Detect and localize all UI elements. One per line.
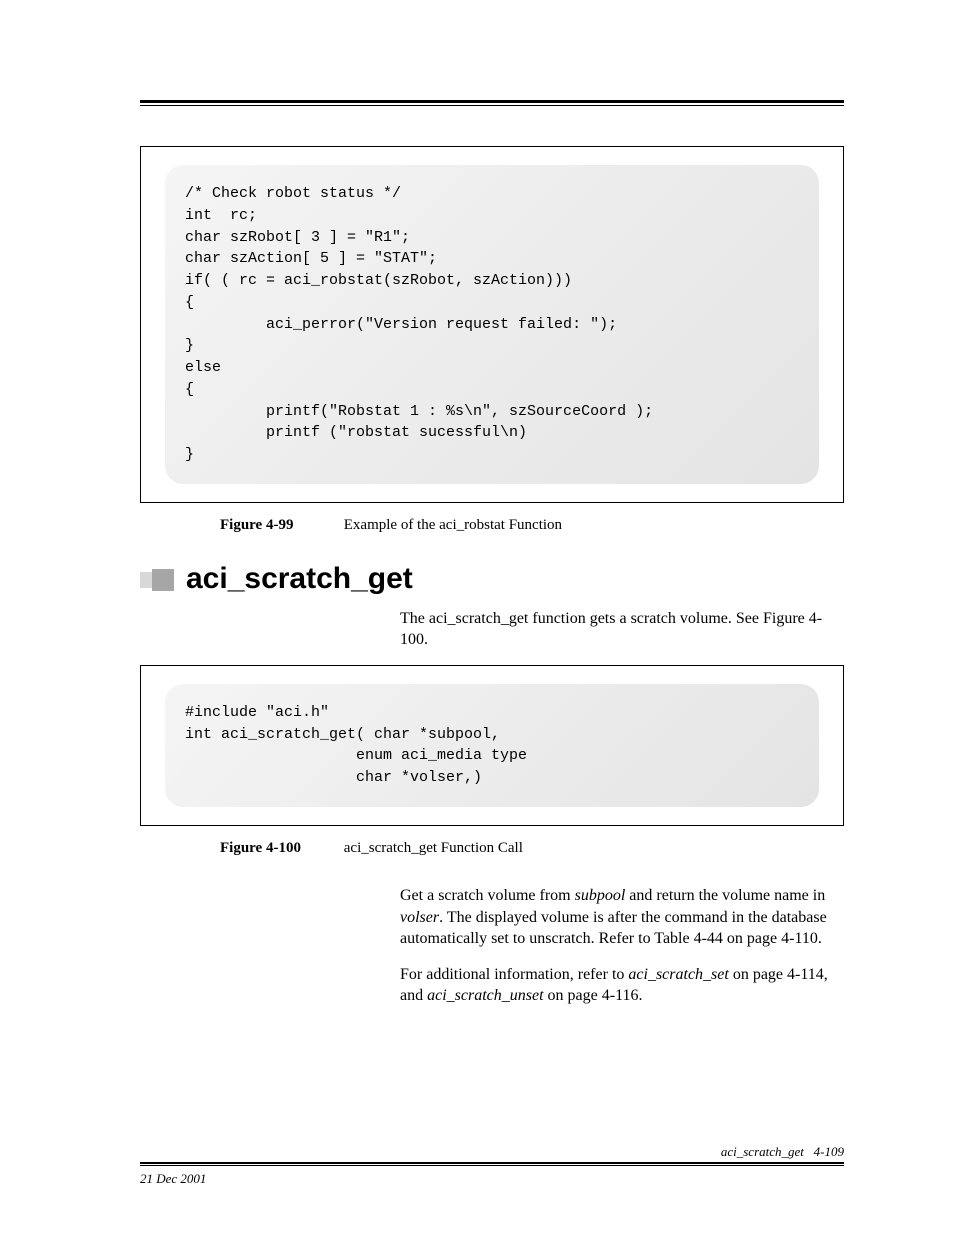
footer-rule [140, 1162, 844, 1167]
section-heading: aci_scratch_get [140, 562, 844, 596]
figure-100-number: Figure 4-100 [220, 840, 340, 857]
figure-100-caption: Figure 4-100 aci_scratch_get Function Ca… [220, 840, 844, 857]
heading-text: aci_scratch_get [186, 562, 413, 596]
paragraph-2: Get a scratch volume from subpool and re… [400, 885, 844, 950]
footer-date: 21 Dec 2001 [140, 1171, 206, 1187]
code-box-2: #include "aci.h" int aci_scratch_get( ch… [140, 665, 844, 826]
footer-section: aci_scratch_get [721, 1144, 804, 1159]
page-footer: aci_scratch_get 4-109 21 Dec 2001 [140, 1142, 844, 1187]
paragraph-3: For additional information, refer to aci… [400, 964, 844, 1007]
heading-marker-icon [140, 562, 174, 596]
top-rule [140, 100, 844, 106]
footer-page-number: 4-109 [814, 1144, 844, 1159]
code-block-scratch-get: #include "aci.h" int aci_scratch_get( ch… [165, 684, 819, 807]
figure-100-text: aci_scratch_get Function Call [344, 840, 523, 856]
code-block-robstat: /* Check robot status */ int rc; char sz… [165, 165, 819, 484]
figure-99-number: Figure 4-99 [220, 517, 340, 534]
figure-99-caption: Figure 4-99 Example of the aci_robstat F… [220, 517, 844, 534]
figure-99-text: Example of the aci_robstat Function [344, 517, 562, 533]
intro-paragraph: The aci_scratch_get function gets a scra… [400, 608, 844, 651]
code-box-1: /* Check robot status */ int rc; char sz… [140, 146, 844, 503]
